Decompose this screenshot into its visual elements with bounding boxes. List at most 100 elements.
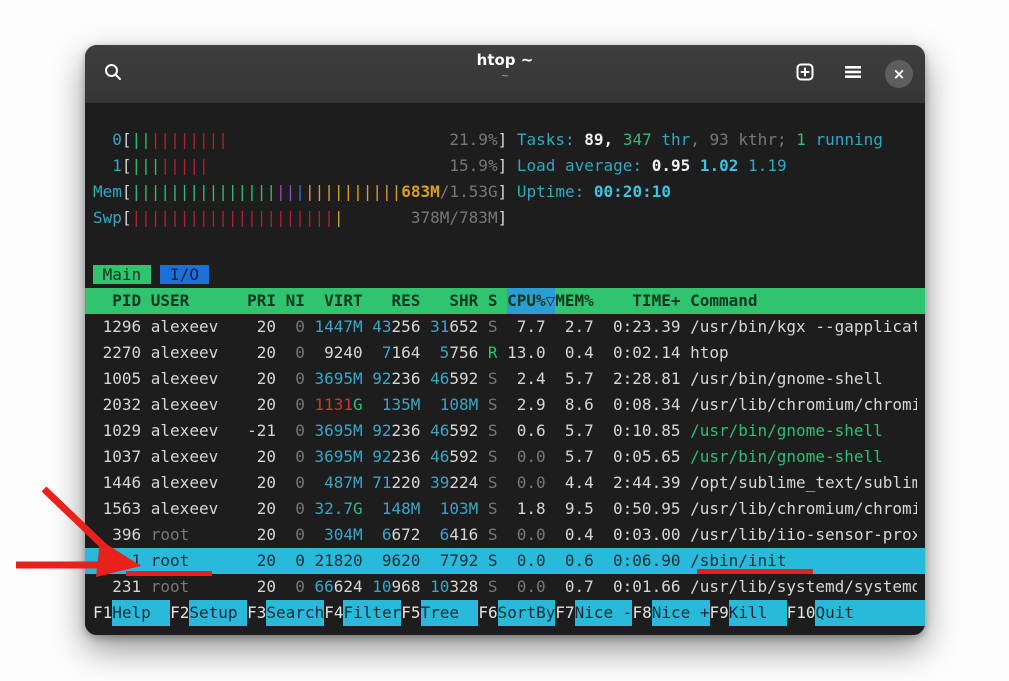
- cell-pid: 231: [93, 574, 141, 600]
- cell-res: 7164: [372, 340, 420, 366]
- cell-s: S: [488, 470, 498, 496]
- cell-mem: 4.4: [555, 470, 594, 496]
- process-table: 1296alexeev2001447M4325631652S7.72.70:23…: [93, 314, 917, 600]
- cell-pid: 1446: [93, 470, 141, 496]
- cpu-meter-1: 1[||||||||15.9%] Load average: 0.95 1.02…: [93, 153, 917, 179]
- cell-mem: 5.7: [555, 366, 594, 392]
- fn-f6-button[interactable]: SortBy: [498, 600, 556, 626]
- menu-button[interactable]: [837, 58, 869, 90]
- cell-shr: 7792: [430, 548, 478, 574]
- col-header-shr[interactable]: SHR: [430, 288, 478, 314]
- cell-virt: 1131G: [315, 392, 363, 418]
- cell-time: 2:28.81: [603, 366, 680, 392]
- cell-cpu: 1.8: [507, 496, 546, 522]
- cell-cmd: /usr/bin/gnome-shell: [690, 444, 917, 470]
- fn-f4-button[interactable]: Filter: [343, 600, 401, 626]
- cell-mem: 0.4: [555, 522, 594, 548]
- cell-s: S: [488, 392, 498, 418]
- fn-f8-button[interactable]: Nice +: [652, 600, 710, 626]
- cell-mem: 5.7: [555, 444, 594, 470]
- cell-mem: 5.7: [555, 418, 594, 444]
- col-header-ni[interactable]: NI: [286, 288, 305, 314]
- new-tab-button[interactable]: [789, 58, 821, 90]
- cell-pid: 1296: [93, 314, 141, 340]
- cell-s: S: [488, 444, 498, 470]
- cell-cmd: /usr/lib/chromium/chromi: [690, 496, 917, 522]
- col-header-user[interactable]: USER: [151, 288, 238, 314]
- cell-pid: 1: [93, 548, 141, 574]
- fnkey-f9: F9: [710, 600, 729, 626]
- cell-s: S: [488, 366, 498, 392]
- cell-ni: 0: [286, 418, 305, 444]
- cell-pri: 20: [247, 366, 276, 392]
- cell-cpu: 2.9: [507, 392, 546, 418]
- table-header: PID USER PRI NI VIRT RES SHR S CPU%▽MEM% TIME+ Com…: [85, 288, 925, 314]
- cell-user: alexeev: [151, 444, 238, 470]
- col-header-res[interactable]: RES: [372, 288, 420, 314]
- cell-pri: 20: [247, 522, 276, 548]
- cell-res: 9620: [372, 548, 420, 574]
- window-title: htop ~: [477, 51, 534, 70]
- process-row-1[interactable]: 1root2002182096207792S0.00.60:06.90/sbin…: [85, 548, 925, 574]
- cell-mem: 0.7: [555, 574, 594, 600]
- fn-f5-button[interactable]: Tree: [421, 600, 479, 626]
- col-header-pid[interactable]: PID: [93, 288, 141, 314]
- cell-s: R: [488, 340, 498, 366]
- col-header-cpu[interactable]: CPU%▽: [507, 288, 555, 314]
- cell-pri: 20: [247, 574, 276, 600]
- cell-s: S: [488, 574, 498, 600]
- close-button[interactable]: ×: [885, 60, 913, 88]
- cell-time: 0:02.14: [603, 340, 680, 366]
- cell-user: alexeev: [151, 470, 238, 496]
- fn-f2-button[interactable]: Setup: [189, 600, 247, 626]
- cell-mem: 2.7: [555, 314, 594, 340]
- cell-virt: 32.7G: [315, 496, 363, 522]
- cell-cmd: /opt/sublime_text/sublim: [690, 470, 917, 496]
- process-row-1037[interactable]: 1037alexeev2003695M9223646592S0.05.70:05…: [85, 444, 925, 470]
- close-icon: ×: [893, 65, 906, 83]
- process-row-396[interactable]: 396root200304M66726416S0.00.40:03.00/usr…: [85, 522, 925, 548]
- process-row-1029[interactable]: 1029alexeev-2103695M9223646592S0.65.70:1…: [85, 418, 925, 444]
- process-row-1005[interactable]: 1005alexeev2003695M9223646592S2.45.72:28…: [85, 366, 925, 392]
- fnkey-f2: F2: [170, 600, 189, 626]
- process-row-2032[interactable]: 2032alexeev2001131G135M108MS2.98.60:08.3…: [85, 392, 925, 418]
- col-header-pri[interactable]: PRI: [247, 288, 276, 314]
- cell-s: S: [488, 314, 498, 340]
- cell-res: 43256: [372, 314, 420, 340]
- terminal[interactable]: 0[||||||||||21.9%] Tasks: 89, 347 thr, 9…: [85, 103, 925, 635]
- process-row-1563[interactable]: 1563alexeev20032.7G148M103MS1.89.50:50.9…: [85, 496, 925, 522]
- col-header-mem[interactable]: MEM%: [555, 288, 594, 314]
- process-row-2270[interactable]: 2270alexeev200924071645756R13.00.40:02.1…: [85, 340, 925, 366]
- col-header-s[interactable]: S: [488, 288, 498, 314]
- cell-res: 71220: [372, 470, 420, 496]
- search-button[interactable]: [97, 58, 129, 90]
- cell-cmd: /usr/lib/systemd/systemd: [690, 574, 917, 600]
- cell-mem: 8.6: [555, 392, 594, 418]
- process-row-231[interactable]: 231root200666241096810328S0.00.70:01.66/…: [85, 574, 925, 600]
- fn-f7-button[interactable]: Nice -: [575, 600, 633, 626]
- cell-shr: 5756: [430, 340, 478, 366]
- cell-shr: 46592: [430, 418, 478, 444]
- fn-f1-button[interactable]: Help: [112, 600, 170, 626]
- cell-shr: 103M: [430, 496, 478, 522]
- fn-f3-button[interactable]: Search: [266, 600, 324, 626]
- cell-pid: 2032: [93, 392, 141, 418]
- col-header-virt[interactable]: VIRT: [315, 288, 363, 314]
- cell-virt: 304M: [315, 522, 363, 548]
- screen-tabs: Main I/O: [93, 262, 917, 288]
- col-header-time[interactable]: TIME+: [603, 288, 680, 314]
- tab-main[interactable]: Main: [93, 265, 151, 284]
- tab-io[interactable]: I/O: [160, 265, 208, 284]
- cell-cpu: 0.0: [507, 470, 546, 496]
- hamburger-menu-icon: [843, 62, 863, 86]
- process-row-1446[interactable]: 1446alexeev200487M7122039224S0.04.42:44.…: [85, 470, 925, 496]
- cell-shr: 39224: [430, 470, 478, 496]
- fn-f10-button[interactable]: Quit: [815, 600, 925, 626]
- cell-pri: 20: [247, 444, 276, 470]
- fn-f9-button[interactable]: Kill: [729, 600, 787, 626]
- cell-cmd: /usr/bin/gnome-shell: [690, 418, 917, 444]
- process-row-1296[interactable]: 1296alexeev2001447M4325631652S7.72.70:23…: [85, 314, 925, 340]
- col-header-cmd[interactable]: Command: [690, 288, 917, 314]
- fnkey-f10: F10: [787, 600, 816, 626]
- cell-mem: 0.4: [555, 340, 594, 366]
